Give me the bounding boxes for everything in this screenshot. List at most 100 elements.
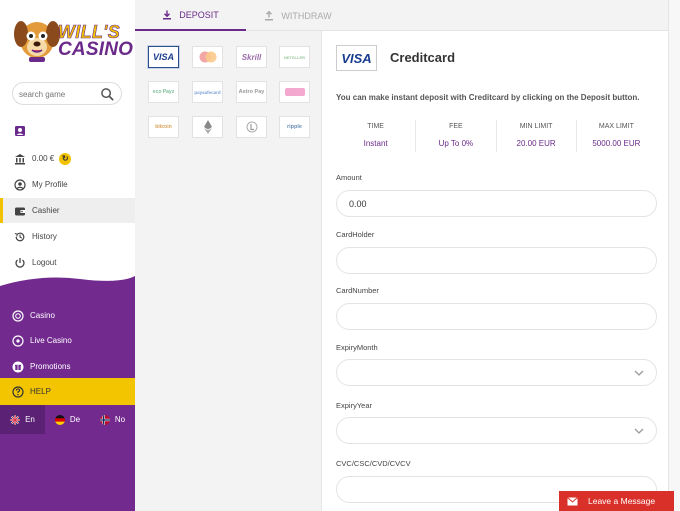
germany-flag-icon — [54, 414, 65, 425]
method-visa[interactable]: VISA — [148, 46, 179, 68]
method-ripple[interactable]: ripple — [279, 116, 310, 138]
envelope-icon — [567, 496, 578, 505]
sidebar-item-label: My Profile — [32, 180, 68, 189]
casino-chip-icon — [12, 309, 24, 322]
language-code: De — [69, 415, 81, 424]
logo-text-line2: CASINO — [58, 39, 134, 60]
chevron-down-icon — [634, 428, 644, 434]
info-value: Instant — [363, 139, 388, 148]
tab-withdraw[interactable]: WITHDRAW — [253, 0, 343, 31]
nav-item-label: Promotions — [30, 362, 71, 371]
nav-item-label: Casino — [30, 311, 55, 320]
cardnumber-label: CardNumber — [336, 286, 379, 295]
language-code: No — [114, 415, 126, 424]
tab-label: WITHDRAW — [281, 10, 332, 21]
info-label: MAX LIMIT — [598, 123, 634, 130]
method-title: Creditcard — [390, 50, 456, 65]
account-card-icon — [15, 125, 25, 136]
expiry-month-select[interactable] — [336, 359, 657, 386]
search-box — [12, 82, 122, 105]
wallet-icon — [15, 207, 25, 215]
info-fee: FEE Up To 0% — [416, 120, 497, 152]
dog-mascot-icon — [14, 21, 60, 62]
visa-logo-icon: VISA — [152, 52, 174, 62]
expiry-year-label: ExpiryYear — [336, 401, 372, 410]
astropay-logo-icon: Astro Pay — [238, 89, 265, 95]
user-circle-icon — [14, 178, 26, 191]
leave-message-button[interactable]: Leave a Message — [559, 491, 674, 511]
info-value: Up To 0% — [438, 139, 474, 148]
language-option-de[interactable]: De — [45, 405, 90, 434]
nav-item-live-casino[interactable]: Live Casino — [0, 328, 135, 353]
method-ecopayz[interactable]: eco Payz — [148, 81, 179, 103]
selected-method-logo: VISA — [336, 45, 377, 71]
litecoin-logo-icon — [246, 121, 257, 133]
expiry-month-label: ExpiryMonth — [336, 343, 378, 352]
norway-flag-icon — [99, 414, 110, 425]
help-question-icon — [12, 385, 24, 398]
method-bitcoin[interactable]: bitcoin — [148, 116, 179, 138]
balance-row: 0.00 € ↻ — [0, 146, 135, 171]
mastercard-logo-icon — [199, 51, 216, 63]
method-pink-wallet[interactable] — [279, 81, 310, 103]
cardholder-label: CardHolder — [336, 230, 375, 239]
uk-flag-icon — [10, 414, 21, 425]
sidebar-item-label: Logout — [32, 258, 57, 267]
balance-amount: 0.00 € — [32, 154, 55, 163]
chevron-down-icon — [634, 370, 644, 376]
amount-input[interactable] — [349, 197, 629, 211]
method-info-table: TIME Instant FEE Up To 0% MIN LIMIT 20.0… — [336, 120, 656, 152]
refresh-balance-icon[interactable]: ↻ — [59, 152, 72, 165]
cardholder-field — [336, 247, 657, 274]
method-mastercard[interactable] — [192, 46, 223, 68]
tab-label: DEPOSIT — [179, 9, 219, 20]
language-option-en[interactable]: En — [0, 405, 45, 434]
pink-wallet-logo-icon — [284, 88, 305, 96]
account-badge[interactable] — [0, 118, 135, 143]
scrollbar[interactable] — [668, 0, 680, 511]
casino-logo[interactable]: WILL'S CASINO — [12, 12, 133, 68]
info-value: 5000.00 EUR — [592, 139, 641, 148]
history-icon — [14, 232, 25, 241]
method-skrill[interactable]: Skrill — [236, 46, 267, 68]
cardholder-input[interactable] — [349, 254, 629, 268]
nav-item-casino[interactable]: Casino — [0, 303, 135, 328]
help-button[interactable]: HELP — [0, 378, 135, 405]
method-litecoin[interactable] — [236, 116, 267, 138]
method-paysafecard[interactable]: paysafecard — [192, 81, 223, 103]
ecopayz-logo-icon: eco Payz — [152, 88, 175, 95]
tab-deposit[interactable]: DEPOSIT — [135, 0, 246, 31]
method-astropay[interactable]: Astro Pay — [236, 81, 267, 103]
search-icon[interactable] — [100, 87, 115, 102]
sidebar-item-my-profile[interactable]: My Profile — [0, 172, 135, 197]
language-code: En — [25, 415, 35, 424]
info-label: MIN LIMIT — [519, 123, 553, 130]
info-label: FEE — [449, 123, 463, 130]
language-option-no[interactable]: No — [90, 405, 135, 434]
info-label: TIME — [367, 123, 384, 130]
skrill-logo-icon: Skrill — [241, 52, 262, 62]
search-input[interactable] — [19, 87, 99, 101]
leave-message-label: Leave a Message — [588, 496, 656, 506]
method-description: You can make instant deposit with Credit… — [336, 93, 640, 102]
help-label: HELP — [30, 387, 51, 396]
power-icon — [15, 257, 25, 268]
sidebar-item-history[interactable]: History — [0, 224, 135, 249]
info-value: 20.00 EUR — [516, 139, 556, 148]
method-ethereum[interactable] — [192, 116, 223, 138]
bank-icon — [15, 153, 25, 164]
cardnumber-input[interactable] — [349, 310, 629, 324]
info-max-limit: MAX LIMIT 5000.00 EUR — [577, 120, 656, 152]
nav-item-label: Live Casino — [30, 336, 72, 345]
bitcoin-logo-icon: bitcoin — [155, 124, 172, 130]
method-neteller[interactable]: NETELLER — [279, 46, 310, 68]
download-icon — [163, 10, 172, 19]
upload-icon — [265, 10, 274, 20]
nav-item-promotions[interactable]: Promotions — [0, 354, 135, 379]
language-switcher: En De No — [0, 405, 135, 434]
deposit-form-panel: VISA Creditcard You can make instant dep… — [321, 31, 668, 511]
expiry-year-select[interactable] — [336, 417, 657, 444]
sidebar-item-label: Cashier — [32, 206, 60, 215]
cashier-tabs: DEPOSIT WITHDRAW — [135, 0, 668, 31]
sidebar-item-cashier[interactable]: Cashier — [0, 198, 135, 223]
